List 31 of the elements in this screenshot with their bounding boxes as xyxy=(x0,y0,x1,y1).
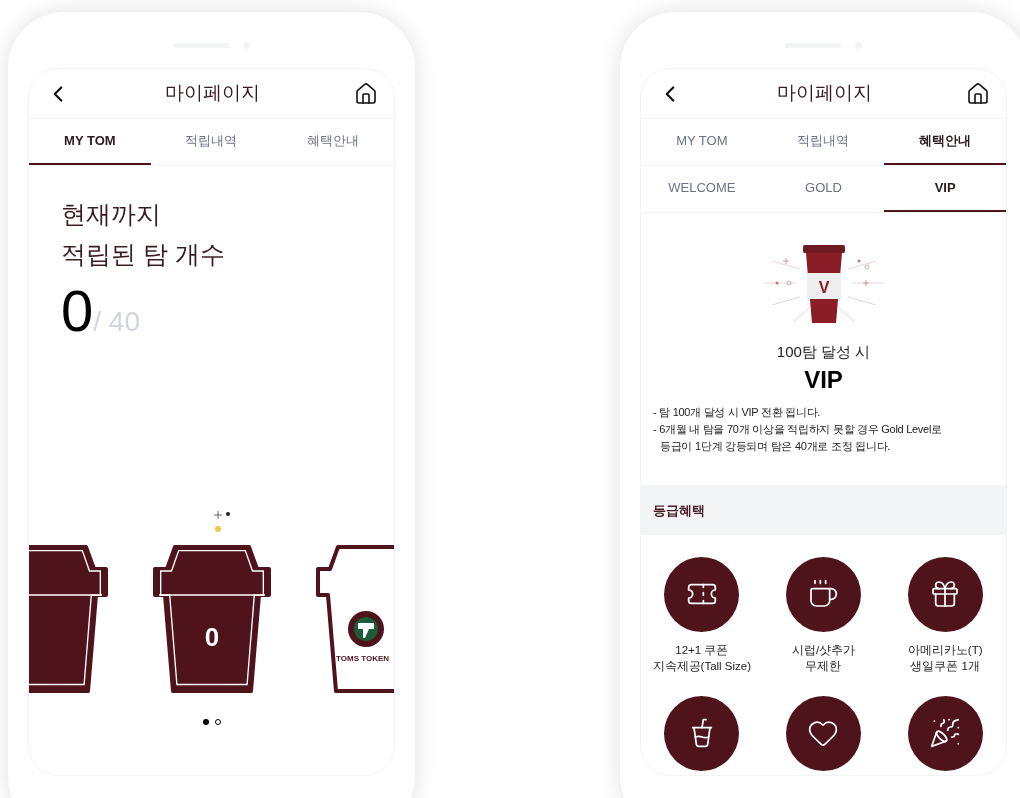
page-title: 마이페이지 xyxy=(165,81,260,106)
note-text: - 6개월 내 탐을 70개 이상을 적립하지 못할 경우 Gold Level로 등급이 1단계 강등되며 탐은 40개로 조정 됩니다. xyxy=(653,421,942,454)
count-value: 0 xyxy=(61,282,94,340)
note-text: - 탐 100개 달성 시 VIP 전환 됩니다. xyxy=(653,404,821,420)
cup-number: 0 xyxy=(204,622,220,652)
section-title: 등급혜택 xyxy=(653,502,705,518)
heading-text: 현재까지 xyxy=(61,199,161,230)
tab[interactable]: 혜택안내 xyxy=(884,119,1006,165)
token-logo-icon xyxy=(348,611,384,647)
tab[interactable]: MY TOM xyxy=(641,119,763,165)
tab[interactable]: 적립내역 xyxy=(762,119,885,165)
tab[interactable]: MY TOM xyxy=(29,119,151,165)
tab[interactable]: 혜택안내 xyxy=(272,119,394,165)
mug-icon xyxy=(807,578,840,610)
token-label: TOMS TOKEN xyxy=(336,654,390,663)
heading-text: 적립된 탐 개수 xyxy=(61,239,225,270)
home-icon[interactable] xyxy=(354,81,378,106)
badge-letter: V xyxy=(818,279,829,296)
goal-text: 100탐 달성 시 xyxy=(776,342,871,362)
tab[interactable]: VIP xyxy=(884,166,1006,212)
tab[interactable]: WELCOME xyxy=(641,166,763,212)
tab[interactable]: 적립내역 xyxy=(150,119,273,165)
level-title: VIP xyxy=(804,364,843,395)
benefit-label: 12+1 쿠폰 지속제공(Tall Size) xyxy=(652,642,752,674)
tab[interactable]: GOLD xyxy=(762,166,885,212)
page-title: 마이페이지 xyxy=(777,81,872,106)
benefit-label: 시럽/샷추가 무제한 xyxy=(791,642,856,674)
party-popper-icon xyxy=(929,717,962,749)
benefit-label: 아메리카노(T) 생일쿠폰 1개 xyxy=(907,642,983,674)
home-icon[interactable] xyxy=(966,81,990,106)
sparkle-icon xyxy=(212,509,232,535)
